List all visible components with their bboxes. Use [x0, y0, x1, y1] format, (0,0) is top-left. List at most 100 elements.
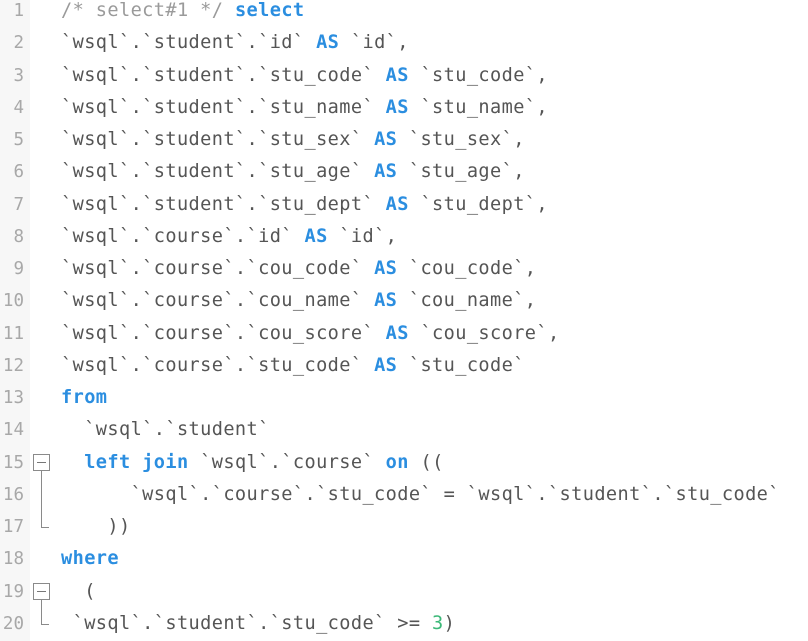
- sql-text: )): [61, 516, 131, 537]
- line-number: 20: [2, 613, 24, 634]
- sql-text: `wsql`.`student`.`stu_code` >=: [61, 612, 433, 634]
- line-number: 3: [13, 65, 24, 86]
- sql-keyword: on: [385, 451, 409, 473]
- sql-keyword: AS: [385, 193, 409, 215]
- code-line[interactable]: 5 `wsql`.`student`.`stu_sex` AS `stu_sex`…: [0, 124, 808, 156]
- sql-text: `wsql`.`course`: [188, 451, 386, 473]
- code-text: `wsql`.`student`.`stu_code` >= 3): [61, 608, 455, 640]
- sql-text: `wsql`.`student`.`stu_age`: [61, 161, 375, 183]
- code-line[interactable]: 12 `wsql`.`course`.`stu_code` AS `stu_cod…: [0, 350, 808, 382]
- sql-text: `wsql`.`course`.`id`: [61, 225, 305, 247]
- sql-text: `wsql`.`course`.`stu_code` = `wsql`.`stu…: [61, 483, 780, 505]
- code-text: `wsql`.`course`.`cou_score` AS `cou_scor…: [61, 318, 560, 350]
- code-text: `wsql`.`course`.`stu_code` AS `stu_code`: [61, 350, 525, 382]
- fold-collapse-icon[interactable]: [33, 453, 50, 471]
- code-line[interactable]: 4 `wsql`.`student`.`stu_name` AS `stu_nam…: [0, 92, 808, 124]
- sql-text: (: [61, 580, 96, 602]
- code-line[interactable]: 19 (: [0, 576, 808, 609]
- sql-keyword: AS: [374, 129, 398, 150]
- code-line[interactable]: 18 where: [0, 543, 808, 575]
- sql-text: `wsql`.`course`.`cou_name`: [61, 290, 375, 312]
- sql-code-editor[interactable]: 1 /* select#1 */ select 2 `wsql`.`student`.…: [0, 0, 808, 640]
- fold-collapse-icon[interactable]: [33, 582, 50, 600]
- code-line[interactable]: 10 `wsql`.`course`.`cou_name` AS `cou_nam…: [0, 285, 808, 317]
- line-number: 12: [2, 355, 24, 376]
- sql-text: `stu_sex`,: [397, 129, 525, 150]
- line-number: 17: [2, 517, 24, 537]
- line-number: 11: [2, 323, 24, 344]
- code-line[interactable]: 15 left join `wsql`.`course` on ((: [0, 447, 808, 480]
- code-line[interactable]: 11 `wsql`.`course`.`cou_score` AS `cou_sc…: [0, 318, 808, 350]
- line-number: 13: [2, 388, 24, 408]
- sql-text: `wsql`.`student`: [61, 419, 270, 441]
- sql-text: `wsql`.`student`.`stu_code`: [61, 64, 386, 86]
- line-number: 6: [13, 162, 24, 183]
- sql-text: `stu_code`,: [408, 64, 548, 86]
- code-text: where: [61, 543, 119, 575]
- code-line[interactable]: 20 `wsql`.`student`.`stu_code` >= 3): [0, 607, 808, 640]
- sql-keyword: AS: [316, 32, 340, 54]
- code-text: )): [61, 511, 131, 543]
- line-number: 16: [2, 484, 24, 505]
- code-line[interactable]: 17 )): [0, 511, 808, 543]
- fold-end-marker: [41, 511, 49, 528]
- code-text: `wsql`.`student`.`stu_code` AS `stu_code…: [61, 60, 548, 92]
- code-text: `wsql`.`course`.`cou_code` AS `cou_code`…: [61, 253, 536, 285]
- code-line[interactable]: 6 `wsql`.`student`.`stu_age` AS `stu_age`…: [0, 156, 808, 188]
- sql-text: ): [443, 612, 456, 634]
- sql-text: `cou_name`,: [397, 290, 537, 312]
- code-line[interactable]: 7 `wsql`.`student`.`stu_dept` AS `stu_dep…: [0, 189, 808, 221]
- code-line[interactable]: 2 `wsql`.`student`.`id` AS `id`,: [0, 27, 808, 59]
- code-line[interactable]: 1 /* select#1 */ select: [0, 0, 808, 27]
- sql-keyword: where: [61, 548, 119, 570]
- code-text: `wsql`.`student`.`stu_name` AS `stu_name…: [61, 92, 548, 124]
- code-line[interactable]: 9 `wsql`.`course`.`cou_code` AS `cou_code…: [0, 253, 808, 285]
- line-number: 14: [2, 420, 24, 441]
- code-text: (: [61, 576, 96, 608]
- code-text: left join `wsql`.`course` on ((: [61, 447, 444, 479]
- line-number: 19: [2, 581, 24, 602]
- code-text: `wsql`.`student`.`id` AS `id`,: [61, 27, 409, 59]
- sql-keyword: AS: [374, 354, 398, 376]
- code-line[interactable]: 3 `wsql`.`student`.`stu_code` AS `stu_cod…: [0, 60, 808, 92]
- code-text: `wsql`.`student`.`stu_age` AS `stu_age`,: [61, 156, 525, 188]
- sql-keyword: AS: [374, 290, 398, 312]
- sql-text: `stu_code`: [397, 354, 525, 376]
- sql-keyword: AS: [374, 258, 398, 279]
- code-text: /* select#1 */ select: [61, 0, 305, 27]
- line-number: 8: [13, 226, 24, 247]
- sql-text: `wsql`.`student`.`stu_dept`: [61, 193, 386, 215]
- sql-text: `stu_dept`,: [408, 193, 548, 215]
- line-number: 7: [13, 194, 24, 215]
- code-line[interactable]: 8 `wsql`.`course`.`id` AS `id`,: [0, 221, 808, 253]
- sql-keyword: AS: [385, 64, 409, 86]
- line-number: 18: [2, 549, 24, 570]
- sql-text: `stu_age`,: [397, 161, 525, 183]
- sql-text: `wsql`.`student`.`stu_name`: [61, 96, 386, 118]
- sql-text: `cou_score`,: [408, 322, 560, 344]
- sql-text: `stu_name`,: [408, 96, 548, 118]
- sql-keyword: AS: [385, 96, 409, 118]
- sql-keyword: left join: [84, 451, 189, 473]
- sql-text: `id`,: [327, 225, 398, 247]
- code-text: `wsql`.`student`.`stu_sex` AS `stu_sex`,: [61, 124, 525, 156]
- code-line[interactable]: 16 `wsql`.`course`.`stu_code` = `wsql`.`…: [0, 478, 808, 511]
- line-number: 1: [13, 1, 24, 21]
- code-line[interactable]: 13 from: [0, 382, 808, 414]
- code-text: from: [61, 382, 107, 414]
- code-text: `wsql`.`student`.`stu_dept` AS `stu_dept…: [61, 189, 548, 221]
- sql-text: `id`,: [339, 32, 409, 54]
- line-number: 15: [2, 452, 24, 473]
- sql-keyword: AS: [374, 161, 398, 183]
- code-text: `wsql`.`student`: [61, 414, 270, 446]
- code-text: `wsql`.`course`.`cou_name` AS `cou_name`…: [61, 285, 536, 317]
- line-number: 2: [13, 33, 24, 54]
- line-number: 5: [13, 130, 24, 150]
- sql-comment: /* select#1 */: [61, 0, 224, 21]
- code-line[interactable]: 14 `wsql`.`student`: [0, 414, 808, 446]
- fold-guide-line: [41, 478, 42, 511]
- sql-text: `wsql`.`student`.`id`: [61, 32, 317, 54]
- sql-keyword: AS: [385, 322, 409, 344]
